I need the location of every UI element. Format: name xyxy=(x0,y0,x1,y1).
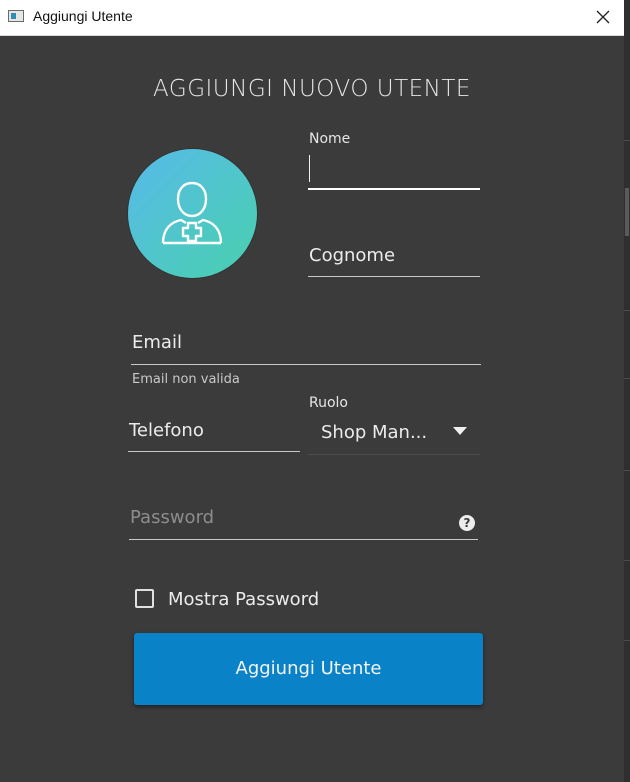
window-scrollbar[interactable] xyxy=(624,0,630,782)
title-bar: Aggiungi Utente xyxy=(0,0,624,36)
add-user-window: Aggiungi Utente AGGIUNGI NUOVO UTENTE No… xyxy=(0,0,624,782)
divider xyxy=(624,310,630,311)
cognome-placeholder: Cognome xyxy=(309,245,396,266)
close-icon xyxy=(596,10,610,24)
show-password-label[interactable]: Mostra Password xyxy=(168,589,319,610)
user-medical-icon xyxy=(161,181,223,245)
show-password-checkbox[interactable] xyxy=(135,589,154,608)
divider xyxy=(624,560,630,561)
telefono-input[interactable]: Telefono xyxy=(128,415,300,452)
nome-input[interactable] xyxy=(308,155,480,190)
ruolo-select[interactable]: Shop Man... xyxy=(308,415,480,455)
divider xyxy=(624,378,630,379)
add-user-button[interactable]: Aggiungi Utente xyxy=(134,633,483,705)
divider xyxy=(624,640,630,641)
caret-down-icon xyxy=(453,427,467,435)
ruolo-label: Ruolo xyxy=(309,395,348,411)
app-window-icon xyxy=(8,10,24,22)
user-avatar xyxy=(128,149,257,278)
email-input[interactable]: Email xyxy=(131,327,481,365)
divider xyxy=(624,140,630,141)
close-button[interactable] xyxy=(588,2,618,32)
text-caret xyxy=(309,155,310,182)
help-icon[interactable]: ? xyxy=(459,515,475,531)
telefono-placeholder: Telefono xyxy=(129,420,204,441)
email-error: Email non valida xyxy=(132,372,240,387)
form-heading: AGGIUNGI NUOVO UTENTE xyxy=(153,76,471,102)
cognome-input[interactable]: Cognome xyxy=(308,240,480,277)
nome-label: Nome xyxy=(309,131,351,147)
ruolo-selected: Shop Man... xyxy=(321,422,428,443)
password-placeholder: Password xyxy=(130,507,215,528)
password-input[interactable]: Password xyxy=(129,502,478,540)
scrollbar-thumb[interactable] xyxy=(625,188,629,236)
email-placeholder: Email xyxy=(132,332,182,353)
window-title: Aggiungi Utente xyxy=(33,8,133,24)
divider xyxy=(624,470,630,471)
